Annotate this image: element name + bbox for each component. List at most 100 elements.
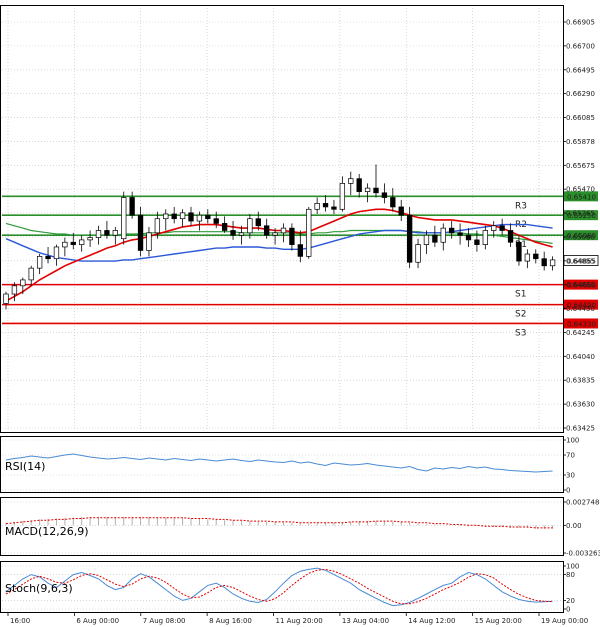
candle-body: [36, 256, 43, 269]
level-price-label: 0.64330: [567, 320, 596, 328]
price-tick-label: 0.66495: [566, 66, 595, 74]
candle-body: [264, 225, 270, 236]
candle-body: [146, 232, 152, 251]
candle-body: [449, 227, 455, 234]
price-tick-label: 0.65675: [566, 162, 595, 170]
time-tick-label: 15 Aug 20:00: [475, 617, 522, 625]
candle-body: [20, 279, 26, 287]
forex-chart[interactable]: 0.65410R30.65250R20.65080R10.64660S10.64…: [0, 0, 600, 627]
candle-body: [221, 223, 228, 231]
candle-body: [62, 241, 68, 248]
axis-tick-label: 30: [566, 472, 575, 480]
candle-body: [95, 230, 102, 238]
candle-body: [507, 230, 514, 243]
candle-body: [524, 253, 531, 262]
candle-body: [163, 213, 169, 220]
candle-body: [255, 218, 261, 227]
level-price-label: 0.65410: [567, 193, 596, 201]
price-tick-label: 0.65060: [566, 233, 595, 241]
candle-body: [415, 244, 421, 263]
candle-body: [373, 187, 379, 194]
price-tick-label: 0.66700: [566, 42, 595, 50]
candle-body: [482, 230, 488, 245]
price-tick-label: 0.65470: [566, 186, 595, 194]
time-tick-label: 16:00: [10, 617, 30, 625]
candle-body: [491, 225, 497, 231]
candle-body: [331, 206, 337, 210]
level-name-s3: S3: [515, 328, 526, 338]
macd-label: MACD(12,26,9): [5, 525, 89, 538]
candle-body: [188, 212, 194, 222]
candle-body: [137, 214, 144, 251]
price-tick-label: 0.65878: [566, 138, 595, 146]
price-tick-label: 0.64040: [566, 353, 595, 361]
candle-body: [196, 214, 203, 222]
candle-body: [339, 183, 346, 210]
candle-body: [289, 227, 295, 245]
candle-body: [179, 212, 186, 220]
time-tick-label: 7 Aug 08:00: [143, 617, 186, 625]
time-tick-label: 8 Aug 16:00: [209, 617, 252, 625]
candle-body: [541, 258, 547, 267]
price-tick-label: 0.63835: [566, 377, 595, 385]
candle-body: [398, 206, 404, 216]
price-tick-label: 0.65265: [566, 210, 595, 218]
candle-body: [230, 230, 236, 236]
price-tick-label: 0.63630: [566, 401, 595, 409]
candle-body: [322, 203, 329, 208]
candle-body: [70, 241, 76, 245]
candle-body: [432, 234, 438, 243]
candle-body: [423, 234, 430, 245]
candle-body: [53, 246, 60, 260]
price-tick-label: 0.64650: [566, 281, 595, 289]
candle-body: [11, 285, 18, 295]
candle-body: [205, 214, 211, 220]
price-tick-label: 0.66085: [566, 114, 595, 122]
candle-body: [364, 187, 371, 192]
candle-body: [238, 232, 245, 236]
axis-tick-label: 100: [566, 563, 579, 571]
candle-body: [348, 178, 354, 184]
axis-tick-label: 0.00: [566, 522, 582, 530]
candle-body: [280, 227, 287, 234]
candle-body: [3, 293, 9, 304]
candle-body: [356, 178, 362, 192]
time-tick-label: 14 Aug 12:00: [408, 617, 455, 625]
price-tick-label: 0.64245: [566, 329, 595, 337]
candle-body: [516, 241, 522, 262]
time-tick-label: 6 Aug 00:00: [76, 617, 119, 625]
candle-body: [457, 232, 463, 236]
price-tick-label: 0.63425: [566, 425, 595, 433]
price-tick-label: 0.66905: [566, 19, 595, 27]
price-tick-label: 0.64450: [566, 305, 595, 313]
candle-body: [112, 230, 118, 236]
candle-body: [533, 253, 539, 260]
level-name-r3: R3: [515, 201, 527, 211]
candle-body: [104, 230, 110, 236]
chart-background: [0, 0, 600, 627]
candle-body: [390, 197, 396, 208]
candle-body: [549, 259, 556, 267]
axis-tick-label: 80: [566, 571, 575, 579]
candle-body: [381, 192, 388, 198]
time-tick-label: 11 Aug 20:00: [276, 617, 323, 625]
candle-body: [121, 197, 127, 240]
time-tick-label: 13 Aug 04:00: [342, 617, 389, 625]
price-tick-label: 0.66290: [566, 90, 595, 98]
candle-body: [499, 225, 505, 231]
level-name-s1: S1: [515, 290, 526, 300]
candle-body: [79, 239, 85, 245]
candle-body: [314, 203, 320, 210]
candle-body: [213, 218, 219, 224]
time-tick-label: 19 Aug 00:00: [541, 617, 588, 625]
candle-body: [129, 197, 135, 216]
axis-tick-label: -0.003263: [566, 550, 600, 558]
candle-body: [87, 237, 93, 241]
candle-body: [171, 213, 177, 220]
candle-body: [465, 234, 472, 241]
candle-body: [28, 267, 34, 281]
level-name-s2: S2: [515, 310, 526, 320]
candle-body: [154, 218, 161, 234]
axis-tick-label: 20: [566, 597, 575, 605]
candle-body: [272, 232, 278, 236]
